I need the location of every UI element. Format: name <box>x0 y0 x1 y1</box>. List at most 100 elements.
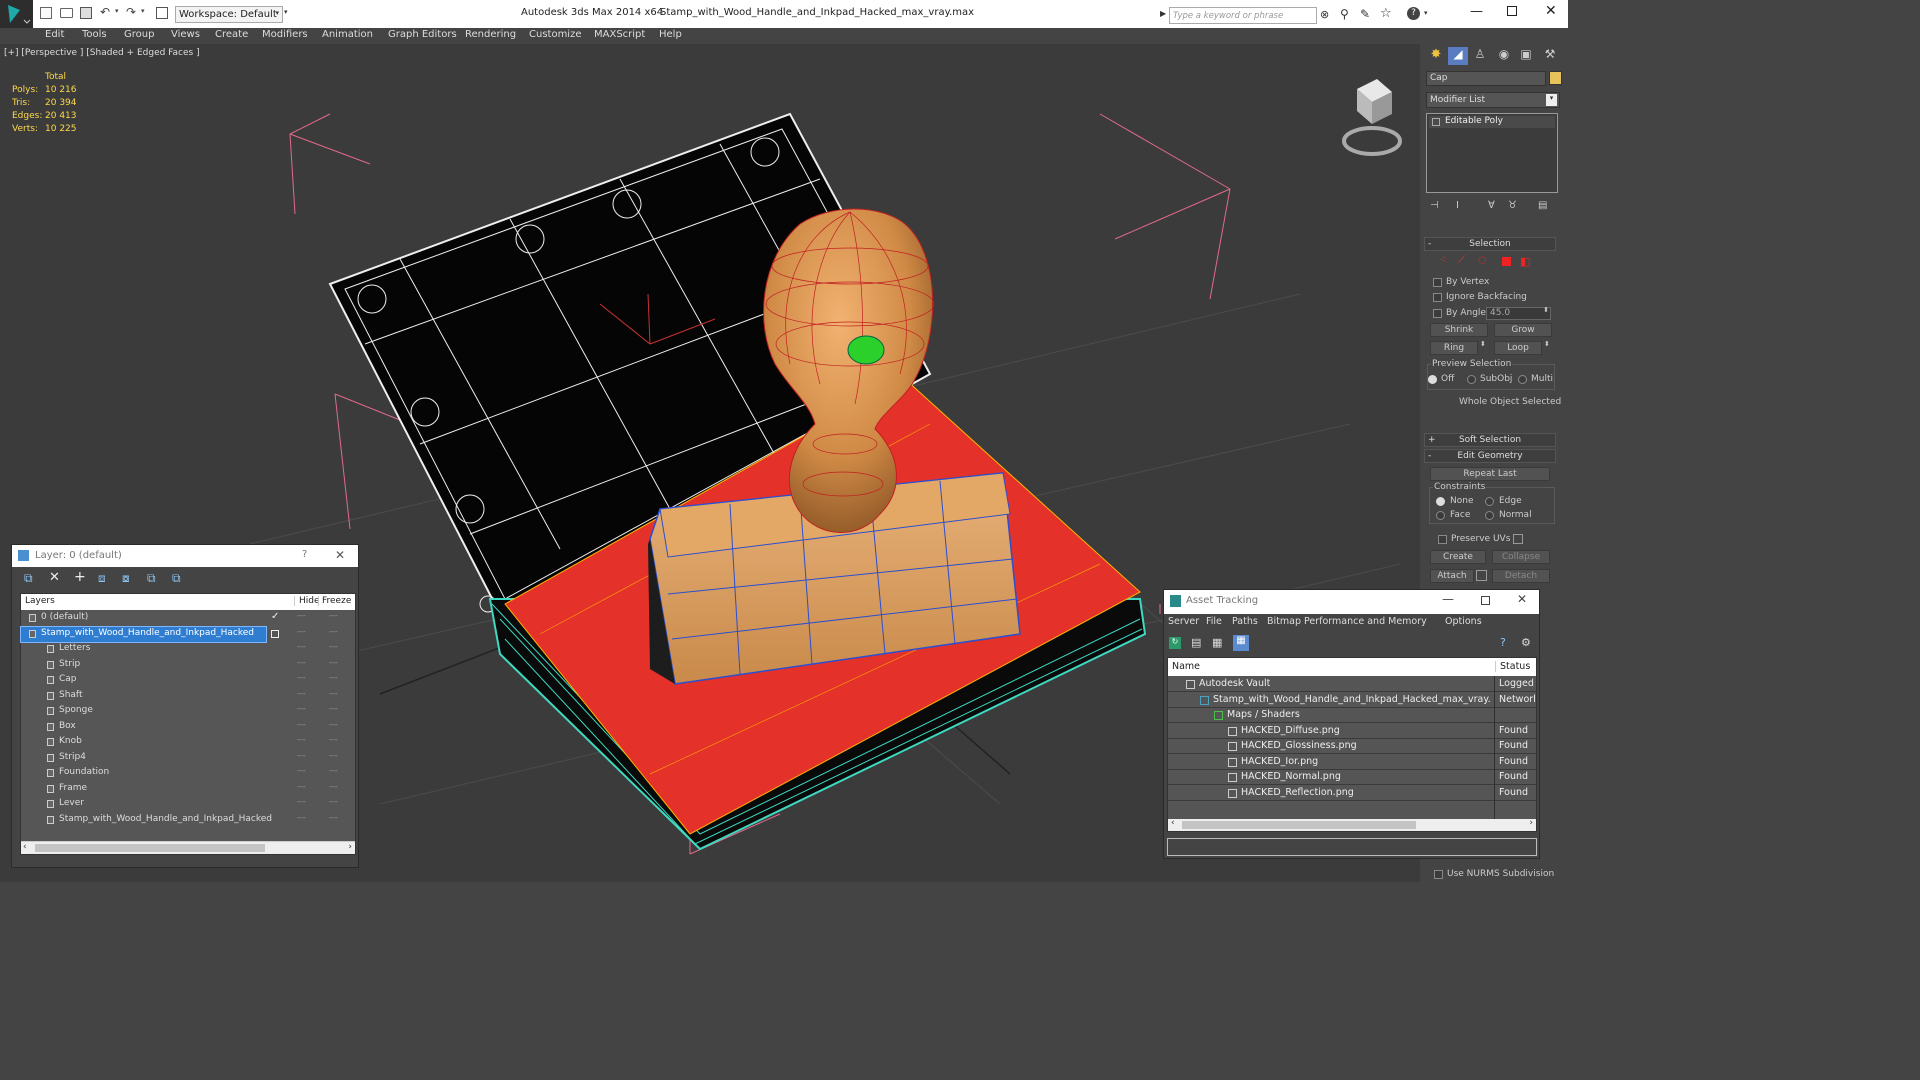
create-tab-icon[interactable]: ✸ <box>1426 47 1446 65</box>
layer-row[interactable]: Strip4 --- --- <box>21 751 355 766</box>
favorites-star-icon[interactable]: ☆ <box>1380 6 1392 21</box>
preview-subobj-radio[interactable] <box>1467 375 1476 384</box>
asset-row[interactable]: Stamp_with_Wood_Handle_and_Inkpad_Hacked… <box>1168 693 1536 708</box>
hide-toggle-icon[interactable]: --- <box>297 704 306 713</box>
asset-row[interactable]: HACKED_Reflection.png Found <box>1168 786 1536 801</box>
rollout-soft-selection-header[interactable]: + Soft Selection <box>1424 433 1556 447</box>
column-header-freeze[interactable]: Freeze <box>318 596 351 606</box>
tree-view-icon[interactable]: ▦ <box>1212 636 1222 649</box>
freeze-toggle-icon[interactable]: --- <box>329 766 338 775</box>
freeze-toggle-icon[interactable]: --- <box>329 689 338 698</box>
active-layer-check-icon[interactable]: ✓ <box>271 611 279 622</box>
column-header-hide[interactable]: Hide <box>294 596 320 606</box>
layer-name-cell[interactable]: Stamp_with_Wood_Handle_and_Inkpad_Hacked <box>20 625 267 643</box>
menu-item-tools[interactable]: Tools <box>82 29 107 40</box>
angle-spinner[interactable]: 45.0 ⬍ <box>1486 306 1551 320</box>
display-tab-icon[interactable]: ▣ <box>1516 47 1536 65</box>
spinner-arrows-icon[interactable]: ⬍ <box>1543 306 1549 314</box>
hide-toggle-icon[interactable]: --- <box>297 627 306 636</box>
scroll-left-icon[interactable]: ‹ <box>1171 818 1175 828</box>
layer-row[interactable]: Cap --- --- <box>21 673 355 688</box>
asset-row[interactable]: Autodesk Vault Logged O <box>1168 677 1536 692</box>
layer-name-cell[interactable]: Shaft <box>21 689 266 704</box>
collapse-button[interactable]: Collapse <box>1492 550 1550 564</box>
new-file-icon[interactable] <box>40 7 52 19</box>
asset-row[interactable]: Maps / Shaders <box>1168 708 1536 723</box>
remove-modifier-icon[interactable]: ♉ <box>1508 200 1517 211</box>
hide-toggle-icon[interactable]: --- <box>297 611 306 620</box>
vertex-mode-icon[interactable]: ⁖ <box>1440 255 1446 266</box>
hide-toggle-icon[interactable]: --- <box>297 751 306 760</box>
constraint-face-radio[interactable] <box>1436 511 1445 520</box>
grow-button[interactable]: Grow <box>1494 323 1552 337</box>
asset-horizontal-scrollbar[interactable]: ‹ › <box>1168 818 1536 831</box>
maximize-icon[interactable] <box>1481 596 1490 605</box>
create-button[interactable]: Create <box>1430 550 1486 564</box>
layer-row[interactable]: Stamp_with_Wood_Handle_and_Inkpad_Hacked… <box>20 625 355 643</box>
freeze-toggle-icon[interactable]: --- <box>329 642 338 651</box>
save-file-icon[interactable] <box>80 7 92 19</box>
hide-toggle-icon[interactable]: --- <box>297 797 306 806</box>
undo-dropdown-icon[interactable]: ▾ <box>115 7 119 15</box>
scroll-right-icon[interactable]: › <box>348 842 352 852</box>
help-icon[interactable]: ? <box>1407 7 1420 20</box>
shrink-button[interactable]: Shrink <box>1430 323 1488 337</box>
layer-row[interactable]: Sponge --- --- <box>21 704 355 719</box>
preview-off-radio[interactable] <box>1428 375 1437 384</box>
by-vertex-checkbox[interactable] <box>1433 278 1442 287</box>
asset-menu-server[interactable]: Server <box>1168 616 1199 627</box>
attach-list-icon[interactable] <box>1476 570 1487 581</box>
layer-row[interactable]: Stamp_with_Wood_Handle_and_Inkpad_Hacked… <box>21 813 355 828</box>
binoculars-icon[interactable]: ⊗ <box>1320 8 1329 21</box>
menu-item-rendering[interactable]: Rendering <box>465 29 516 40</box>
table-view-icon[interactable]: ▦ <box>1233 635 1249 651</box>
help-button[interactable]: ? <box>302 549 307 560</box>
asset-window-titlebar[interactable]: Asset Tracking — ✕ <box>1164 590 1539 614</box>
layer-name-cell[interactable]: Box <box>21 720 266 735</box>
redo-icon[interactable]: ↷ <box>126 5 136 19</box>
redo-dropdown-icon[interactable]: ▾ <box>141 7 145 15</box>
search-input[interactable]: Type a keyword or phrase <box>1173 11 1283 21</box>
angle-value[interactable]: 45.0 <box>1490 308 1510 318</box>
menu-item-help[interactable]: Help <box>659 29 682 40</box>
stack-item-editable-poly[interactable]: Editable Poly <box>1429 116 1555 128</box>
layer-row[interactable]: Shaft --- --- <box>21 689 355 704</box>
menu-item-customize[interactable]: Customize <box>529 29 582 40</box>
preview-multi-radio[interactable] <box>1518 375 1527 384</box>
search-expand-icon[interactable]: ▶ <box>1160 9 1166 18</box>
object-color-swatch[interactable] <box>1549 71 1562 85</box>
close-icon[interactable]: ✕ <box>1517 592 1527 606</box>
freeze-toggle-icon[interactable]: --- <box>329 782 338 791</box>
help-dropdown-icon[interactable]: ▾ <box>1424 9 1428 17</box>
scroll-thumb[interactable] <box>1182 821 1416 829</box>
asset-row[interactable]: HACKED_Diffuse.png Found <box>1168 724 1536 739</box>
minimize-icon[interactable]: — <box>1442 592 1454 606</box>
menu-item-group[interactable]: Group <box>124 29 154 40</box>
search-field[interactable]: Type a keyword or phrase <box>1169 7 1317 24</box>
communication-center-icon[interactable]: ⚲ <box>1340 7 1349 21</box>
layer-row[interactable]: Frame --- --- <box>21 782 355 797</box>
layer-name-cell[interactable]: Strip <box>21 658 266 673</box>
configure-sets-icon[interactable]: ▤ <box>1538 200 1547 211</box>
freeze-toggle-icon[interactable]: --- <box>329 751 338 760</box>
select-in-layer-icon[interactable]: ⧈ <box>98 571 106 586</box>
list-view-icon[interactable]: ▤ <box>1191 636 1201 649</box>
subscription-icon[interactable]: ✎ <box>1360 7 1370 21</box>
menu-item-edit[interactable]: Edit <box>45 29 64 40</box>
layer-row[interactable]: Knob --- --- <box>21 735 355 750</box>
layer-name-cell[interactable]: Knob <box>21 735 266 750</box>
object-name-field[interactable]: Cap <box>1426 71 1546 86</box>
layer-window-titlebar[interactable]: Layer: 0 (default) ? ✕ <box>12 545 358 567</box>
layer-name-cell[interactable]: Lever <box>21 797 266 812</box>
freeze-toggle-icon[interactable]: --- <box>329 797 338 806</box>
hide-toggle-icon[interactable]: --- <box>297 720 306 729</box>
asset-path-field[interactable] <box>1167 838 1537 856</box>
constraint-none-radio[interactable] <box>1436 497 1445 506</box>
hierarchy-tab-icon[interactable]: ♙ <box>1470 47 1490 65</box>
layer-name-cell[interactable]: 0 (default) <box>21 611 266 626</box>
object-name-value[interactable]: Cap <box>1430 73 1448 83</box>
loop-spinner-icon[interactable]: ⬍ <box>1544 340 1550 348</box>
freeze-toggle-icon[interactable]: --- <box>329 673 338 682</box>
layer-name-cell[interactable]: Stamp_with_Wood_Handle_and_Inkpad_Hacked <box>21 813 272 828</box>
make-unique-icon[interactable]: ∀ <box>1488 200 1495 211</box>
